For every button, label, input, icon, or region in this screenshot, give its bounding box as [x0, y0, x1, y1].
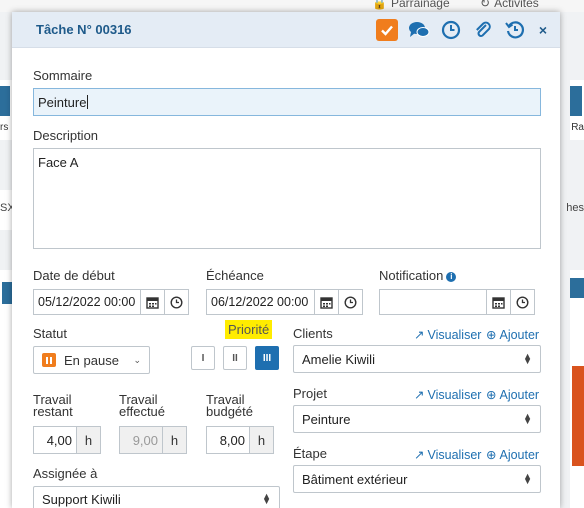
date-debut-field: 05/12/2022 00:00 — [33, 289, 189, 315]
calendar-icon[interactable] — [315, 289, 339, 315]
assignee-label: Assignée à — [33, 466, 98, 481]
modal-title: Tâche N° 00316 — [36, 22, 132, 37]
bg-left-label: rs — [0, 122, 9, 133]
statut-label: Statut — [33, 326, 67, 341]
calendar-icon[interactable] — [487, 289, 511, 315]
clock-icon[interactable] — [165, 289, 189, 315]
clients-select[interactable]: Amelie Kiwili ▲ ▼ — [293, 345, 541, 373]
travail-effectue-label: Travail effectué — [119, 392, 166, 419]
description-label: Description — [33, 128, 99, 143]
clock-icon[interactable] — [440, 19, 462, 41]
plus-circle-icon: ⊕ — [486, 448, 497, 462]
pause-icon — [42, 353, 56, 367]
bg-left-panel-icon — [2, 282, 12, 304]
projet-select[interactable]: Peinture ▲ ▼ — [293, 405, 541, 433]
description-textarea[interactable]: Face A — [33, 148, 541, 249]
bg-right-label: Ra — [571, 122, 584, 133]
statut-dropdown[interactable]: En pause ⌄ — [33, 346, 150, 374]
header-toolbar: × — [376, 18, 550, 41]
date-debut-input[interactable]: 05/12/2022 00:00 — [33, 289, 141, 315]
date-debut-label: Date de début — [33, 268, 115, 283]
priorite-high-button[interactable]: III — [255, 346, 279, 370]
priorite-label: Priorité — [225, 320, 273, 339]
travail-budgete-input[interactable]: 8,00 — [206, 426, 250, 454]
external-link-icon: ↗ — [414, 328, 425, 342]
clients-visualiser-link[interactable]: ↗ Visualiser — [414, 327, 481, 343]
sort-icon: ▲ ▼ — [262, 491, 271, 506]
notification-input[interactable] — [379, 289, 487, 315]
plus-circle-icon: ⊕ — [486, 388, 497, 402]
sort-icon: ▲ ▼ — [523, 411, 532, 426]
notification-label: Notification i — [379, 268, 457, 283]
bg-right-panel-accent — [572, 366, 584, 466]
info-icon[interactable]: i — [446, 272, 457, 282]
parrainage-link[interactable]: 🔒 Parrainage — [372, 0, 450, 10]
sort-icon: ▲ ▼ — [523, 471, 532, 486]
priorite-medium-button[interactable]: II — [223, 346, 247, 370]
projet-ajouter-link[interactable]: ⊕ Ajouter — [486, 387, 539, 403]
clients-label: Clients — [293, 326, 333, 341]
sort-icon: ▲ ▼ — [523, 351, 532, 366]
bg-left-icon — [0, 86, 10, 116]
travail-restant-input[interactable]: 4,00 — [33, 426, 77, 454]
plus-circle-icon: ⊕ — [486, 328, 497, 342]
etape-visualiser-link[interactable]: ↗ Visualiser — [414, 447, 481, 463]
echeance-field: 06/12/2022 00:00 — [206, 289, 363, 315]
paperclip-icon[interactable] — [472, 19, 494, 41]
projet-label: Projet — [293, 386, 327, 401]
travail-effectue-input: 9,00 — [119, 426, 163, 454]
travail-effectue-field: 9,00 h — [119, 426, 187, 454]
travail-restant-field: 4,00 h — [33, 426, 101, 454]
calendar-icon[interactable] — [141, 289, 165, 315]
hours-unit: h — [77, 426, 101, 454]
close-icon[interactable]: × — [536, 19, 550, 41]
hours-unit: h — [163, 426, 187, 454]
clock-icon[interactable] — [511, 289, 535, 315]
priorite-low-button[interactable]: I — [191, 346, 215, 370]
task-modal: Tâche N° 00316 × Sommaire Peinture Descr… — [12, 12, 560, 508]
activites-link[interactable]: ↻ Activités — [480, 0, 539, 10]
lock-icon: 🔒 — [372, 0, 387, 10]
echeance-label: Échéance — [206, 268, 264, 283]
clock-icon[interactable] — [339, 289, 363, 315]
check-icon[interactable] — [376, 18, 398, 41]
travail-budgete-field: 8,00 h — [206, 426, 274, 454]
bg-right-label-2: hes — [566, 202, 584, 214]
bg-right-panel-icon — [570, 278, 584, 298]
projet-visualiser-link[interactable]: ↗ Visualiser — [414, 387, 481, 403]
echeance-input[interactable]: 06/12/2022 00:00 — [206, 289, 315, 315]
history-icon[interactable] — [504, 19, 526, 41]
etape-select[interactable]: Bâtiment extérieur ▲ ▼ — [293, 465, 541, 493]
clients-ajouter-link[interactable]: ⊕ Ajouter — [486, 327, 539, 343]
external-link-icon: ↗ — [414, 388, 425, 402]
external-link-icon: ↗ — [414, 448, 425, 462]
sommaire-label: Sommaire — [33, 68, 93, 83]
travail-budgete-label: Travail budgété — [206, 392, 253, 419]
etape-label: Étape — [293, 446, 327, 461]
modal-header: Tâche N° 00316 × — [12, 12, 560, 48]
assignee-select[interactable]: Support Kiwili ▲ ▼ — [33, 486, 280, 508]
refresh-icon: ↻ — [480, 0, 491, 10]
etape-ajouter-link[interactable]: ⊕ Ajouter — [486, 447, 539, 463]
bg-right-icon — [570, 86, 582, 116]
text-cursor — [87, 95, 89, 109]
bg-left-panel — [0, 270, 12, 508]
hours-unit: h — [250, 426, 274, 454]
sommaire-input[interactable]: Peinture — [33, 88, 541, 116]
comments-icon[interactable] — [408, 19, 430, 41]
travail-restant-label: Travail restant — [33, 392, 73, 419]
chevron-down-icon: ⌄ — [133, 354, 141, 365]
notification-field — [379, 289, 535, 315]
